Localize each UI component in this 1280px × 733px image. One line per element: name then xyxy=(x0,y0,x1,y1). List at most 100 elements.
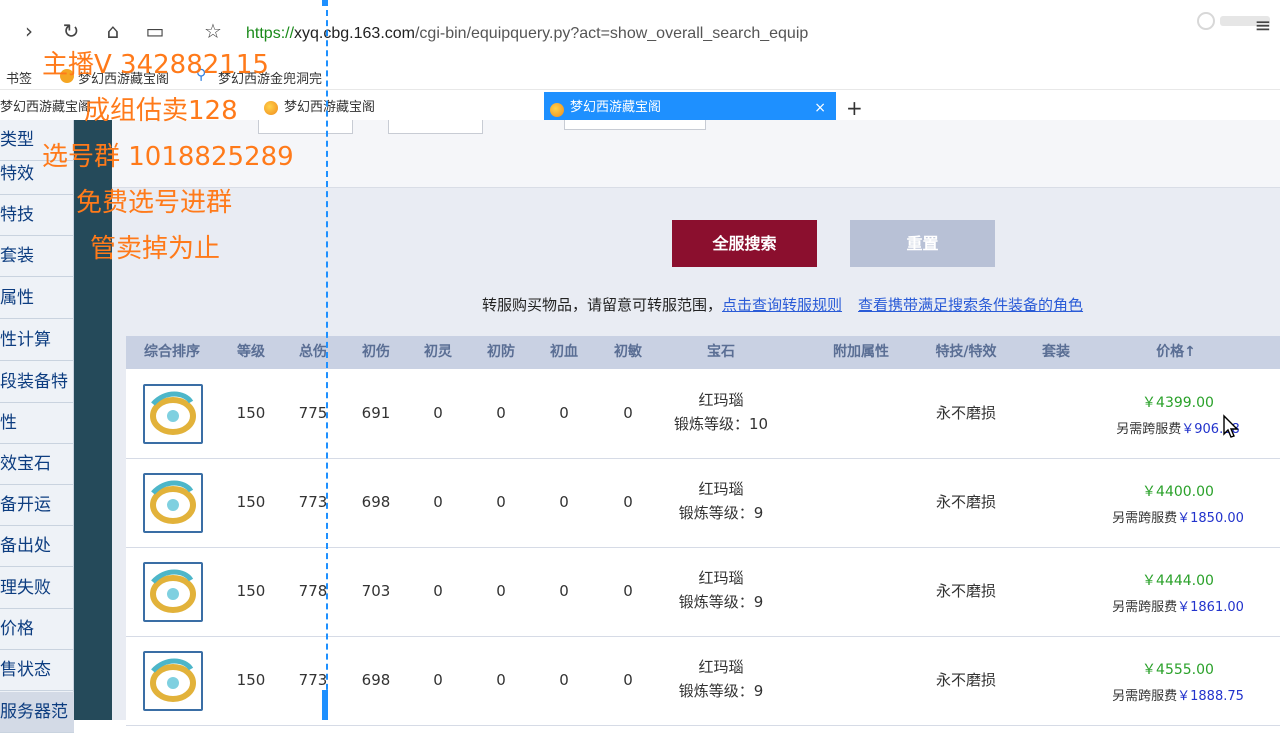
cell-ling: 0 xyxy=(433,671,443,689)
sidebar-item[interactable]: 段装备特 xyxy=(0,362,74,403)
sidebar-item[interactable]: 特技 xyxy=(0,195,74,236)
table-row[interactable]: 150 773 698 0 0 0 0 红玛瑙 锻炼等级：9 永不磨损 ￥4400… xyxy=(126,459,1280,548)
cell-level: 150 xyxy=(236,582,266,600)
cell-price: ￥4444.00 xyxy=(1142,573,1214,589)
column-header[interactable]: 附加属性 xyxy=(816,336,906,369)
overlay-free-join: 免费选号进群 xyxy=(76,188,233,218)
sidebar-item[interactable]: 备出处 xyxy=(0,526,74,567)
sidebar-item[interactable]: 服务器范 xyxy=(0,692,74,733)
cell-price: ￥4399.00 xyxy=(1142,395,1214,411)
filter-input[interactable] xyxy=(258,120,353,134)
cell-total: 775 xyxy=(298,404,328,422)
url-host: xyq.cbg.163.com xyxy=(294,25,415,42)
tab-favicon-icon xyxy=(264,101,278,115)
cell-extra-fee: 另需跨服费￥1850.00 xyxy=(1088,507,1268,526)
guide-marker xyxy=(322,0,328,6)
equipment-table: 综合排序 等级 总伤 初伤 初灵 初防 初血 初敏 宝石 附加属性 特技/特效 … xyxy=(126,336,1280,726)
transfer-notice: 转服购买物品，请留意可转服范围，点击查询转服规则 查看携带满足搜索条件装备的角色 xyxy=(482,294,1083,315)
sidebar-item[interactable]: 效宝石 xyxy=(0,444,74,485)
filter-input[interactable] xyxy=(388,120,483,134)
cell-gem: 红玛瑙 锻炼等级：9 xyxy=(651,566,791,614)
gem-name: 红玛瑙 xyxy=(698,658,744,676)
cell-ling: 0 xyxy=(433,493,443,511)
cell-effect: 永不磨损 xyxy=(935,671,996,689)
cell-price: ￥4555.00 xyxy=(1142,662,1214,678)
sidebar-item[interactable]: 套装 xyxy=(0,236,74,277)
main-content: 全服搜索 重置 转服购买物品，请留意可转服范围，点击查询转服规则 查看携带满足搜索… xyxy=(112,120,1280,726)
cell-level: 150 xyxy=(236,404,266,422)
column-header[interactable]: 等级 xyxy=(226,336,276,369)
tab-label: 梦幻西游藏宝阁 xyxy=(0,100,92,115)
column-header[interactable]: 宝石 xyxy=(686,336,756,369)
column-header[interactable]: 特技/特效 xyxy=(916,336,1016,369)
cell-agi: 0 xyxy=(623,671,633,689)
item-thumbnail-icon[interactable] xyxy=(143,473,203,533)
column-header[interactable]: 初敏 xyxy=(603,336,653,369)
star-icon[interactable]: ☆ xyxy=(200,18,226,44)
guide-marker xyxy=(322,690,328,720)
item-thumbnail-icon[interactable] xyxy=(143,562,203,622)
column-header[interactable]: 初灵 xyxy=(413,336,463,369)
tab-label: 梦幻西游藏宝阁 xyxy=(284,100,376,115)
extra-fee-label: 另需跨服费 xyxy=(1116,422,1182,437)
cell-agi: 0 xyxy=(623,493,633,511)
url-scheme: https:// xyxy=(246,25,295,42)
forge-level: 锻炼等级：9 xyxy=(678,682,764,700)
cell-effect: 永不磨损 xyxy=(935,404,996,422)
table-row[interactable]: 150 775 691 0 0 0 0 红玛瑙 锻炼等级：10 永不磨损 ￥439… xyxy=(126,370,1280,459)
sidebar-item[interactable]: 价格 xyxy=(0,609,74,650)
extra-fee-label: 另需跨服费 xyxy=(1112,689,1178,704)
sidebar-item[interactable]: 售状态 xyxy=(0,650,74,691)
table-row[interactable]: 150 778 703 0 0 0 0 红玛瑙 锻炼等级：9 永不磨损 ￥4444… xyxy=(126,548,1280,637)
sidebar-item[interactable]: 属性 xyxy=(0,278,74,319)
cell-hp: 0 xyxy=(559,404,569,422)
sidebar-item[interactable]: 性计算 xyxy=(0,320,74,361)
view-roles-link[interactable]: 查看携带满足搜索条件装备的角色 xyxy=(858,296,1083,314)
url-path: /cgi-bin/equipquery.py?act=show_overall_… xyxy=(414,25,809,42)
cell-init-dmg: 703 xyxy=(361,582,391,600)
column-header[interactable]: 综合排序 xyxy=(132,336,212,369)
cell-def: 0 xyxy=(496,493,506,511)
column-header[interactable]: 初伤 xyxy=(351,336,401,369)
mouse-cursor-icon xyxy=(1222,414,1240,440)
refresh-icon[interactable]: ↻ xyxy=(58,18,84,44)
sidebar-item[interactable]: 性 xyxy=(0,403,74,444)
item-thumbnail-icon[interactable] xyxy=(143,651,203,711)
back-icon[interactable]: › xyxy=(16,18,42,44)
sidebar-item[interactable]: 备开运 xyxy=(0,485,74,526)
table-row[interactable]: 150 773 698 0 0 0 0 红玛瑙 锻炼等级：9 永不磨损 ￥4555… xyxy=(126,637,1280,726)
cell-hp: 0 xyxy=(559,493,569,511)
cell-extra-fee: 另需跨服费￥1888.75 xyxy=(1088,685,1268,704)
cell-gem: 红玛瑙 锻炼等级：9 xyxy=(651,477,791,525)
cell-extra-fee: 另需跨服费￥1861.00 xyxy=(1088,596,1268,615)
reader-icon[interactable]: ▭ xyxy=(142,18,168,44)
search-all-servers-button[interactable]: 全服搜索 xyxy=(672,220,817,267)
column-header[interactable]: 总伤 xyxy=(288,336,338,369)
new-tab-button[interactable]: + xyxy=(846,96,863,120)
reset-button[interactable]: 重置 xyxy=(850,220,995,267)
sidebar-item[interactable]: 理失败 xyxy=(0,568,74,609)
gem-name: 红玛瑙 xyxy=(698,391,744,409)
transfer-rules-link[interactable]: 点击查询转服规则 xyxy=(722,296,842,314)
home-icon[interactable]: ⌂ xyxy=(100,18,126,44)
cell-ling: 0 xyxy=(433,582,443,600)
item-thumbnail-icon[interactable] xyxy=(143,384,203,444)
column-header[interactable]: 价格↑ xyxy=(1131,336,1221,369)
column-header[interactable]: 初血 xyxy=(539,336,589,369)
cell-price: ￥4400.00 xyxy=(1142,484,1214,500)
cell-level: 150 xyxy=(236,671,266,689)
menu-icon[interactable]: ≡ xyxy=(1250,12,1276,38)
column-header[interactable]: 初防 xyxy=(476,336,526,369)
cell-total: 778 xyxy=(298,582,328,600)
cell-agi: 0 xyxy=(623,404,633,422)
guide-line xyxy=(326,0,328,720)
column-header[interactable]: 套装 xyxy=(1031,336,1081,369)
filter-input[interactable] xyxy=(564,120,706,130)
tab-favicon-icon xyxy=(550,103,564,117)
cell-total: 773 xyxy=(298,671,328,689)
cell-extra-fee: 另需跨服费￥906.38 xyxy=(1088,418,1268,437)
cell-def: 0 xyxy=(496,404,506,422)
overlay-group-number: 选号群 1018825289 xyxy=(42,142,294,172)
cell-level: 150 xyxy=(236,493,266,511)
address-bar[interactable]: https://xyq.cbg.163.com/cgi-bin/equipque… xyxy=(246,25,808,43)
